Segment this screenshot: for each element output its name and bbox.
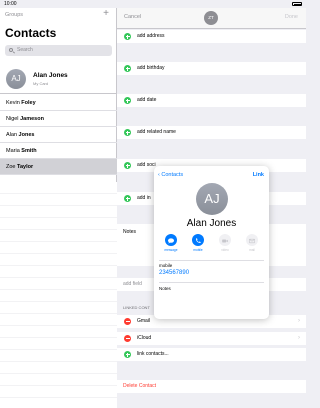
mail-button: mail xyxy=(242,234,262,252)
message-icon xyxy=(165,234,177,246)
contact-last-name: Smith xyxy=(21,148,37,154)
back-button[interactable]: ‹ Contacts xyxy=(158,172,183,178)
add-date-row[interactable]: add date xyxy=(117,94,306,107)
chevron-right-icon: › xyxy=(298,335,300,341)
contact-last-name: Jameson xyxy=(20,116,44,122)
add-address-row[interactable]: add address xyxy=(117,30,306,43)
video-button: video xyxy=(215,234,235,252)
contact-first-name: Alan xyxy=(6,132,18,138)
row-label: Gmail xyxy=(137,318,151,324)
phone-label: mobile xyxy=(159,263,173,268)
action-label: video xyxy=(221,247,229,252)
notes-label: Notes xyxy=(123,229,137,235)
my-card-name: Alan Jones xyxy=(33,72,68,79)
delete-contact-button[interactable]: Delete Contact xyxy=(117,380,306,393)
video-icon xyxy=(219,234,231,246)
mail-icon xyxy=(246,234,258,246)
back-label: Contacts xyxy=(161,172,184,178)
linked-contacts-header: LINKED CONT xyxy=(123,305,150,310)
contact-last-name: Foley xyxy=(21,100,36,106)
add-field-label: add field xyxy=(123,281,142,287)
row-label: link contacts... xyxy=(137,351,169,357)
add-related-name-row[interactable]: add related name xyxy=(117,126,306,139)
contact-popover: ‹ Contacts Link AJ Alan Jones message mo… xyxy=(154,166,269,319)
status-bar: 10:00 xyxy=(0,0,306,8)
delete-label: Delete Contact xyxy=(123,383,157,389)
avatar: AJ xyxy=(6,69,26,89)
contact-first-name: Maria xyxy=(6,148,20,154)
plus-icon xyxy=(124,351,131,358)
link-contacts-row[interactable]: link contacts... xyxy=(117,348,306,361)
action-label: mobile xyxy=(193,247,203,252)
contact-first-name: Kevin xyxy=(6,100,20,106)
cancel-button[interactable]: Cancel xyxy=(124,14,141,20)
contact-actions: message mobile video mail xyxy=(161,234,263,256)
search-input[interactable]: Search xyxy=(5,45,112,56)
link-button[interactable]: Link xyxy=(253,172,264,178)
action-label: message xyxy=(164,247,178,252)
search-placeholder: Search xyxy=(17,47,33,53)
linked-icloud-row[interactable]: iCloud › xyxy=(117,332,306,345)
done-button[interactable]: Done xyxy=(285,14,298,20)
contact-name: Alan Jones xyxy=(186,218,237,229)
contact-list: Kevin Foley Nigel Jameson Alan Jones Mar… xyxy=(0,95,117,175)
contact-last-name: Jones xyxy=(18,132,35,138)
list-item[interactable]: Alan Jones xyxy=(0,127,117,143)
search-icon xyxy=(9,48,13,52)
notes-label: Notes xyxy=(159,286,171,291)
plus-icon xyxy=(124,129,131,136)
add-birthday-row[interactable]: add birthday xyxy=(117,62,306,75)
row-label: add birthday xyxy=(137,65,165,71)
plus-icon xyxy=(124,33,131,40)
plus-icon xyxy=(124,97,131,104)
avatar: AJ xyxy=(196,183,228,215)
remove-icon[interactable] xyxy=(124,335,131,342)
row-label: add related name xyxy=(137,129,176,135)
list-item[interactable]: Kevin Foley xyxy=(0,95,117,111)
divider xyxy=(159,282,264,283)
phone-icon xyxy=(192,234,204,246)
call-mobile-button[interactable]: mobile xyxy=(188,234,208,252)
status-time: 10:00 xyxy=(4,1,17,7)
divider xyxy=(159,260,264,261)
page-title: Contacts xyxy=(5,26,57,40)
sidebar-nav-bar: Groups + xyxy=(0,8,116,22)
message-button[interactable]: message xyxy=(161,234,181,252)
add-contact-button[interactable]: + xyxy=(103,9,109,19)
phone-number-link[interactable]: 234567890 xyxy=(159,270,189,276)
list-item[interactable]: Maria Smith xyxy=(0,143,117,159)
my-card[interactable]: AJ Alan Jones My Card xyxy=(0,64,117,94)
contact-first-name: Nigel xyxy=(6,116,19,122)
editor-nav-bar: Cancel ZT Done xyxy=(117,8,306,29)
plus-icon xyxy=(124,65,131,72)
contacts-sidebar: Groups + Contacts Search AJ Alan Jones M… xyxy=(0,8,117,408)
row-label: add in xyxy=(137,195,151,201)
list-item[interactable]: Nigel Jameson xyxy=(0,111,117,127)
avatar: ZT xyxy=(204,11,218,25)
remove-icon[interactable] xyxy=(124,318,131,325)
chevron-right-icon: › xyxy=(298,318,300,324)
groups-button[interactable]: Groups xyxy=(5,12,23,18)
my-card-subtitle: My Card xyxy=(33,81,49,86)
contact-first-name: Zoe xyxy=(6,164,16,170)
contact-last-name: Taylor xyxy=(17,164,34,170)
plus-icon xyxy=(124,195,131,202)
row-label: add soci xyxy=(137,162,156,168)
battery-icon xyxy=(292,2,302,6)
action-label: mail xyxy=(249,247,255,252)
plus-icon xyxy=(124,162,131,169)
row-label: add date xyxy=(137,97,157,103)
row-label: iCloud xyxy=(137,335,152,341)
row-label: add address xyxy=(137,33,165,39)
list-item-selected[interactable]: Zoe Taylor xyxy=(0,159,117,175)
empty-list-area xyxy=(0,182,117,408)
